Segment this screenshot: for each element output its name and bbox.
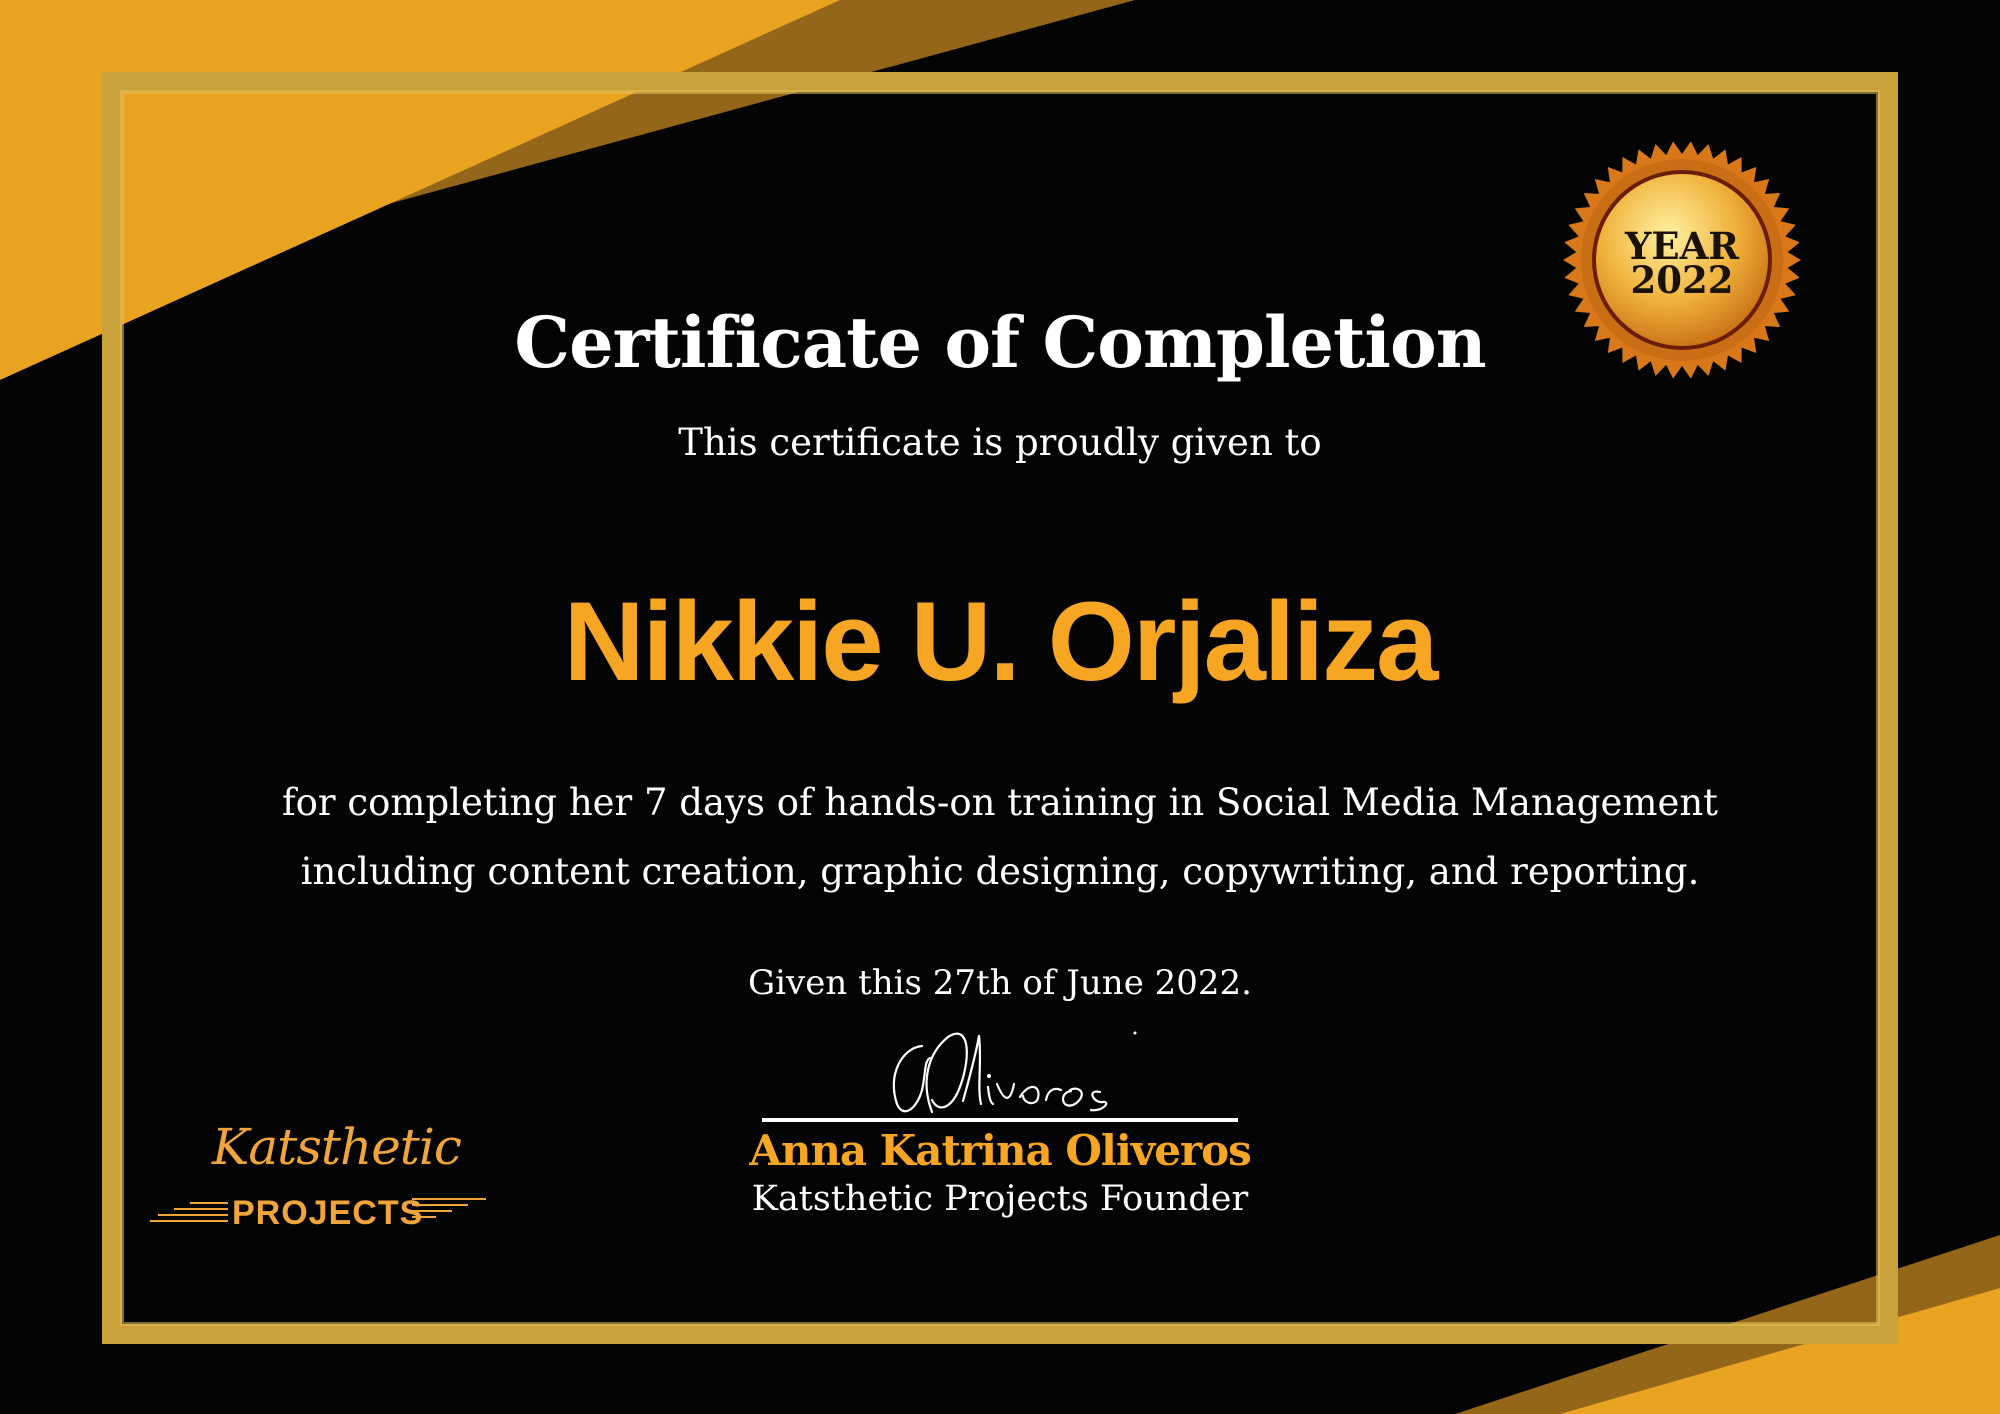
description-line-1: for completing her 7 days of hands-on tr… bbox=[281, 781, 1719, 824]
certificate-page: YEAR 2022 Certificate of Completion This… bbox=[0, 0, 2000, 1414]
given-date: Given this 27th of June 2022. bbox=[748, 963, 1252, 1003]
certificate-subtitle: This certificate is proudly given to bbox=[678, 421, 1322, 464]
seal-year: 2022 bbox=[1630, 258, 1734, 302]
signature-line bbox=[762, 1118, 1238, 1122]
logo-script-text: Katsthetic bbox=[212, 1118, 462, 1176]
logo-wordmark: PROJECTS bbox=[232, 1194, 424, 1232]
description-line-2: including content creation, graphic desi… bbox=[300, 850, 1700, 893]
certificate-title: Certificate of Completion bbox=[514, 301, 1486, 384]
recipient-name: Nikkie U. Orjaliza bbox=[563, 579, 1439, 704]
katsthetic-projects-logo: Katsthetic PROJECTS bbox=[150, 1122, 490, 1242]
handwritten-signature bbox=[892, 1031, 1137, 1114]
